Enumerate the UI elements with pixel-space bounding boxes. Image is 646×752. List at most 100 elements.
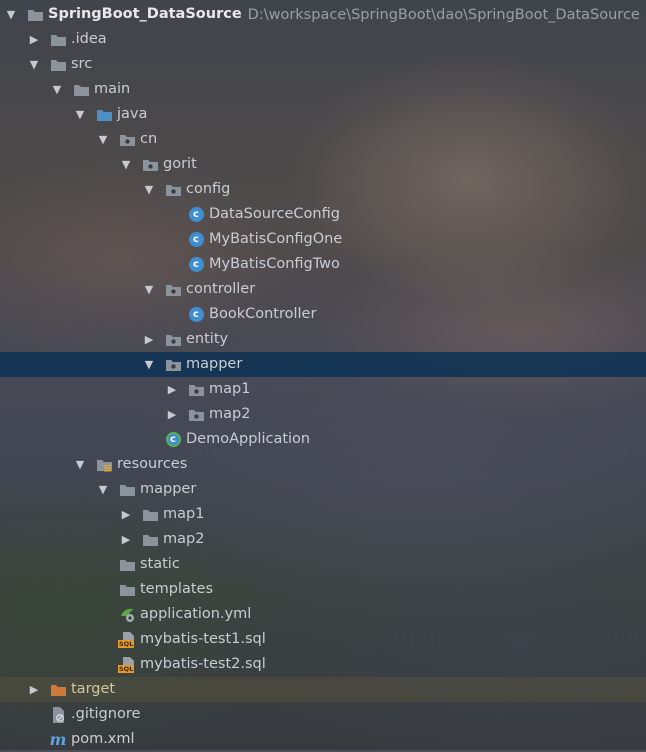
tree-item-label: cn: [140, 131, 158, 147]
arrow-placeholder: [96, 633, 110, 647]
tree-item-label: src: [71, 56, 93, 72]
expand-arrow-right-icon[interactable]: ▶: [165, 383, 179, 397]
arrow-placeholder: [142, 433, 156, 447]
tree-item-label: application.yml: [140, 606, 252, 622]
folder-icon: [118, 582, 136, 598]
module-path: D:\workspace\SpringBoot\dao\SpringBoot_D…: [247, 6, 640, 23]
tree-row-gorit[interactable]: ▼ gorit: [0, 152, 646, 177]
tree-row-map2[interactable]: ▶ map2: [0, 402, 646, 427]
expand-arrow-down-icon[interactable]: ▼: [142, 283, 156, 297]
tree-item-label: DataSourceConfig: [209, 206, 340, 222]
expand-arrow-down-icon[interactable]: ▼: [142, 183, 156, 197]
tree-row-map2[interactable]: ▶ map2: [0, 527, 646, 552]
folder-icon: [118, 557, 136, 573]
expand-arrow-right-icon[interactable]: ▶: [27, 683, 41, 697]
arrow-placeholder: [165, 258, 179, 272]
tree-row-pom-xml[interactable]: m pom.xml: [0, 727, 646, 752]
package-icon: [141, 157, 159, 173]
tree-row-target[interactable]: ▶ target: [0, 677, 646, 702]
expand-arrow-down-icon[interactable]: ▼: [142, 358, 156, 372]
yml-file-icon: [118, 607, 136, 623]
tree-row-main[interactable]: ▼ main: [0, 77, 646, 102]
expand-arrow-down-icon[interactable]: ▼: [96, 483, 110, 497]
tree-row-mybatisconfigone[interactable]: c MyBatisConfigOne: [0, 227, 646, 252]
folder-icon: [72, 82, 90, 98]
tree-row-springboot-datasource[interactable]: ▼ SpringBoot_DataSource D:\workspace\Sprin…: [0, 2, 646, 27]
tree-row-java[interactable]: ▼ java: [0, 102, 646, 127]
folder-icon: [49, 57, 67, 73]
tree-row-mybatis-test2-sql[interactable]: SQL mybatis-test2.sql: [0, 652, 646, 677]
expand-arrow-down-icon[interactable]: ▼: [73, 108, 87, 122]
tree-item-label: DemoApplication: [186, 431, 311, 447]
tree-item-label: resources: [117, 456, 188, 472]
expand-arrow-down-icon[interactable]: ▼: [50, 83, 64, 97]
arrow-placeholder: [96, 608, 110, 622]
expand-arrow-right-icon[interactable]: ▶: [142, 333, 156, 347]
tree-item-label: templates: [140, 581, 214, 597]
tree-item-label: map2: [163, 531, 205, 547]
tree-row-idea[interactable]: ▶ .idea: [0, 27, 646, 52]
arrow-placeholder: [96, 558, 110, 572]
expand-arrow-down-icon[interactable]: ▼: [27, 58, 41, 72]
tree-row-demoapplication[interactable]: c DemoApplication: [0, 427, 646, 452]
tree-row-templates[interactable]: templates: [0, 577, 646, 602]
tree-row-gitignore[interactable]: .gitignore: [0, 702, 646, 727]
tree-row-mybatisconfigtwo[interactable]: c MyBatisConfigTwo: [0, 252, 646, 277]
tree-row-entity[interactable]: ▶ entity: [0, 327, 646, 352]
tree-row-bookcontroller[interactable]: c BookController: [0, 302, 646, 327]
expand-arrow-down-icon[interactable]: ▼: [73, 458, 87, 472]
tree-item-label: mapper: [186, 356, 243, 372]
package-icon: [118, 132, 136, 148]
package-icon: [164, 282, 182, 298]
arrow-placeholder: [96, 583, 110, 597]
tree-item-label: entity: [186, 331, 229, 347]
tree-item-label: pom.xml: [71, 731, 135, 747]
tree-row-config[interactable]: ▼ config: [0, 177, 646, 202]
expand-arrow-right-icon[interactable]: ▶: [119, 533, 133, 547]
tree-item-label: mapper: [140, 481, 197, 497]
package-icon: [164, 357, 182, 373]
tree-item-label: java: [117, 106, 148, 122]
tree-row-mapper[interactable]: ▼ mapper: [0, 477, 646, 502]
tree-row-controller[interactable]: ▼ controller: [0, 277, 646, 302]
tree-item-label: MyBatisConfigTwo: [209, 256, 340, 272]
module-folder-icon: [26, 7, 44, 23]
tree-row-mybatis-test1-sql[interactable]: SQL mybatis-test1.sql: [0, 627, 646, 652]
tree-row-map1[interactable]: ▶ map1: [0, 502, 646, 527]
spring-boot-class-icon: c: [164, 432, 182, 448]
package-icon: [187, 382, 205, 398]
package-icon: [164, 332, 182, 348]
expand-arrow-down-icon[interactable]: ▼: [119, 158, 133, 172]
tree-row-application-yml[interactable]: application.yml: [0, 602, 646, 627]
expand-arrow-down-icon[interactable]: ▼: [4, 8, 18, 22]
tree-row-mapper[interactable]: ▼ mapper: [0, 352, 646, 377]
source-folder-icon: [95, 107, 113, 123]
tree-row-resources[interactable]: ▼ resources: [0, 452, 646, 477]
tree-item-label: main: [94, 81, 131, 97]
tree-row-src[interactable]: ▼ src: [0, 52, 646, 77]
tree-item-label: mybatis-test1.sql: [140, 631, 266, 647]
tree-item-label: SpringBoot_DataSource: [48, 6, 242, 22]
tree-item-label: MyBatisConfigOne: [209, 231, 343, 247]
tree-row-datasourceconfig[interactable]: c DataSourceConfig: [0, 202, 646, 227]
tree-row-map1[interactable]: ▶ map1: [0, 377, 646, 402]
folder-icon: [141, 532, 159, 548]
arrow-placeholder: [27, 733, 41, 747]
tree-item-label: .gitignore: [71, 706, 141, 722]
gitignore-file-icon: [49, 706, 67, 723]
folder-icon: [141, 507, 159, 523]
tree-row-cn[interactable]: ▼ cn: [0, 127, 646, 152]
package-icon: [164, 182, 182, 198]
arrow-placeholder: [27, 708, 41, 722]
expand-arrow-right-icon[interactable]: ▶: [119, 508, 133, 522]
expand-arrow-down-icon[interactable]: ▼: [96, 133, 110, 147]
tree-item-label: controller: [186, 281, 256, 297]
tree-item-label: mybatis-test2.sql: [140, 656, 266, 672]
sql-file-icon: SQL: [118, 656, 136, 673]
expand-arrow-right-icon[interactable]: ▶: [165, 408, 179, 422]
tree-row-static[interactable]: static: [0, 552, 646, 577]
folder-icon: [118, 482, 136, 498]
java-class-icon: c: [187, 232, 205, 248]
expand-arrow-right-icon[interactable]: ▶: [27, 33, 41, 47]
tree-item-label: map2: [209, 406, 251, 422]
